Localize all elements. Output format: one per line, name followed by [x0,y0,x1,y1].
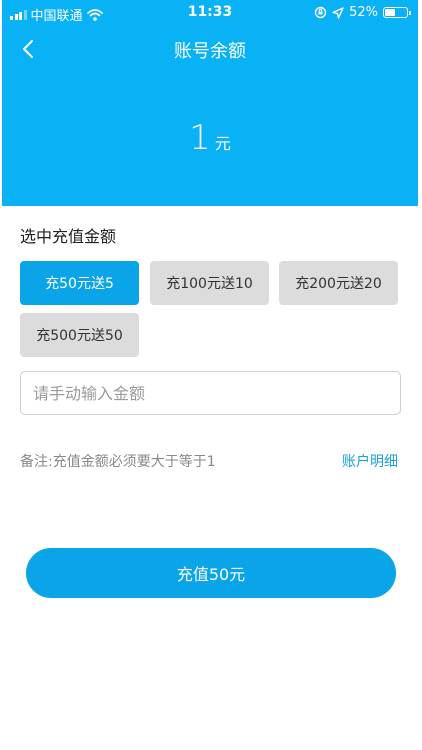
balance-display: 1元 [2,118,418,158]
note-text: 备注:充值金额必须要大于等于1 [20,454,216,470]
battery-percent: 52% [349,5,378,20]
status-bar: 中国联通 11:33 52% [2,0,418,26]
recharge-option-100[interactable]: 充100元送10 [150,261,269,305]
recharge-option-500[interactable]: 充500元送50 [20,313,139,357]
balance-unit: 元 [214,134,231,153]
page-title: 账号余额 [174,41,246,62]
header: 中国联通 11:33 52% 账号余额 1元 [2,0,418,206]
location-icon [332,6,344,19]
recharge-option-50[interactable]: 充50元送5 [20,261,139,305]
balance-value: 1 [189,118,211,158]
section-label: 选中充值金额 [20,227,117,246]
recharge-submit-button[interactable]: 充值50元 [26,548,396,598]
amount-input[interactable] [20,371,401,415]
battery-icon [383,7,411,18]
status-right: 52% [314,5,411,20]
orientation-lock-icon [314,6,327,19]
recharge-option-200[interactable]: 充200元送20 [279,261,398,305]
account-detail-link[interactable]: 账户明细 [342,451,398,471]
